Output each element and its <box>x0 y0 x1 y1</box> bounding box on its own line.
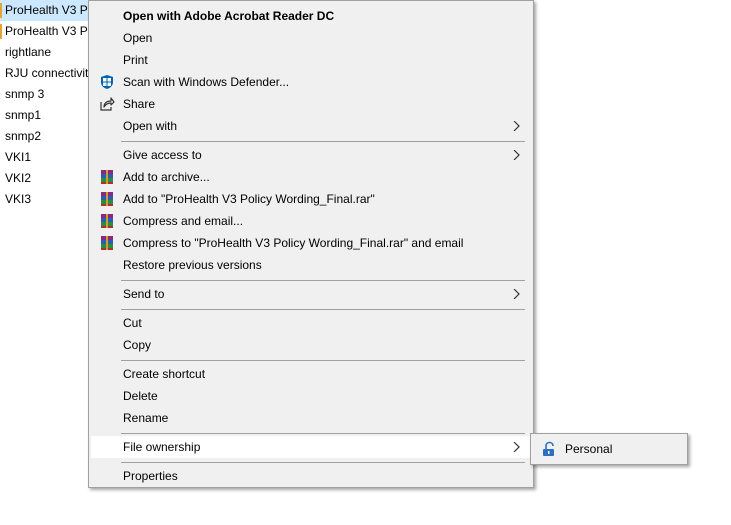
file-ownership-submenu: Personal <box>530 433 688 465</box>
restore-versions-item[interactable]: Restore previous versions <box>91 254 531 276</box>
share-item[interactable]: Share <box>91 93 531 115</box>
cut-item[interactable]: Cut <box>91 312 531 334</box>
menu-item-label: Open with Adobe Acrobat Reader DC <box>123 9 335 23</box>
winrar-icon <box>101 214 113 228</box>
scan-defender-item[interactable]: Scan with Windows Defender... <box>91 71 531 93</box>
menu-item-label: Restore previous versions <box>123 258 262 272</box>
menu-item-label: Open with <box>123 119 178 133</box>
menu-separator <box>121 462 525 463</box>
menu-separator <box>121 309 525 310</box>
compress-email-item[interactable]: Compress and email... <box>91 210 531 232</box>
winrar-icon <box>101 170 113 184</box>
menu-item-label: Rename <box>123 411 169 425</box>
personal-item[interactable]: Personal <box>533 438 685 460</box>
file-item[interactable]: VKI2 <box>0 168 100 189</box>
menu-item-label: Copy <box>123 338 152 352</box>
file-item[interactable]: rightlane <box>0 42 100 63</box>
properties-item[interactable]: Properties <box>91 465 531 487</box>
compress-rar-email-item[interactable]: Compress to "ProHealth V3 Policy Wording… <box>91 232 531 254</box>
menu-item-label: Scan with Windows Defender... <box>123 75 290 89</box>
menu-item-label: Add to archive... <box>123 170 210 184</box>
file-item[interactable]: snmp2 <box>0 126 100 147</box>
add-to-rar-item[interactable]: Add to "ProHealth V3 Policy Wording_Fina… <box>91 188 531 210</box>
menu-item-label: Add to "ProHealth V3 Policy Wording_Fina… <box>123 192 375 206</box>
print-item[interactable]: Print <box>91 49 531 71</box>
chevron-right-icon <box>513 121 520 131</box>
menu-item-label: Compress to "ProHealth V3 Policy Wording… <box>123 236 464 250</box>
file-item[interactable]: ProHealth V3 Pr <box>0 21 100 42</box>
submenu-item-label: Personal <box>565 442 613 456</box>
defender-shield-icon <box>101 75 113 89</box>
winrar-icon <box>101 192 113 206</box>
menu-separator <box>121 280 525 281</box>
menu-item-label: Share <box>123 97 156 111</box>
menu-separator <box>121 433 525 434</box>
send-to-item[interactable]: Send to <box>91 283 531 305</box>
menu-item-label: Send to <box>123 287 165 301</box>
open-with-item[interactable]: Open with <box>91 115 531 137</box>
open-item[interactable]: Open <box>91 27 531 49</box>
chevron-right-icon <box>513 442 520 452</box>
menu-item-label: Give access to <box>123 148 202 162</box>
file-item[interactable]: snmp1 <box>0 105 100 126</box>
give-access-item[interactable]: Give access to <box>91 144 531 166</box>
file-ownership-item[interactable]: File ownership <box>91 436 531 458</box>
menu-item-label: Properties <box>123 469 178 483</box>
file-item[interactable]: snmp 3 <box>0 84 100 105</box>
menu-separator <box>121 141 525 142</box>
file-item[interactable]: ProHealth V3 Po <box>0 0 100 21</box>
menu-item-label: Open <box>123 31 153 45</box>
menu-item-label: Cut <box>123 316 142 330</box>
menu-item-label: File ownership <box>123 440 201 454</box>
unlock-icon <box>543 441 554 456</box>
rename-item[interactable]: Rename <box>91 407 531 429</box>
open-with-acrobat-item[interactable]: Open with Adobe Acrobat Reader DC <box>91 5 531 27</box>
add-to-archive-item[interactable]: Add to archive... <box>91 166 531 188</box>
delete-item[interactable]: Delete <box>91 385 531 407</box>
menu-item-label: Print <box>123 53 148 67</box>
share-icon <box>100 97 115 111</box>
copy-item[interactable]: Copy <box>91 334 531 356</box>
file-item[interactable]: VKI1 <box>0 147 100 168</box>
menu-item-label: Compress and email... <box>123 214 244 228</box>
chevron-right-icon <box>513 150 520 160</box>
file-list: ProHealth V3 Po ProHealth V3 Pr rightlan… <box>0 0 100 210</box>
menu-item-label: Delete <box>123 389 158 403</box>
file-item[interactable]: VKI3 <box>0 189 100 210</box>
chevron-right-icon <box>513 289 520 299</box>
menu-separator <box>121 360 525 361</box>
context-menu: Open with Adobe Acrobat Reader DC Open P… <box>88 0 534 488</box>
create-shortcut-item[interactable]: Create shortcut <box>91 363 531 385</box>
winrar-icon <box>101 236 113 250</box>
file-item[interactable]: RJU connectivity <box>0 63 100 84</box>
menu-item-label: Create shortcut <box>123 367 206 381</box>
